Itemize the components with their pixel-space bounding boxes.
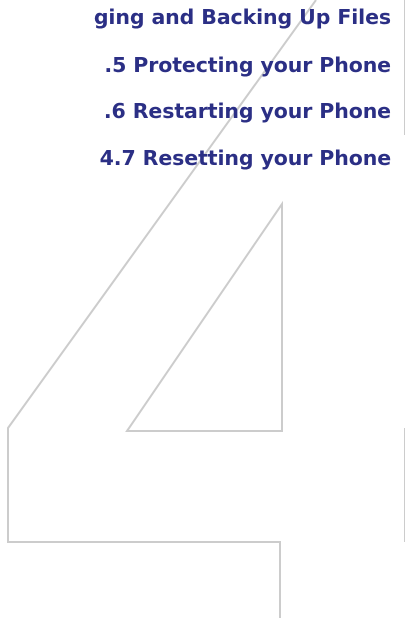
toc-item-restarting-your-phone[interactable]: .6 Restarting your Phone bbox=[104, 99, 391, 123]
toc-item-resetting-your-phone[interactable]: 4.7 Resetting your Phone bbox=[100, 146, 391, 170]
chapter-number-4-outline bbox=[7, 0, 405, 618]
toc-item-charging-backing-up-files[interactable]: ging and Backing Up Files bbox=[94, 5, 391, 29]
document-page: ging and Backing Up Files .5 Protecting … bbox=[0, 0, 405, 618]
toc-item-protecting-your-phone[interactable]: .5 Protecting your Phone bbox=[104, 53, 391, 77]
